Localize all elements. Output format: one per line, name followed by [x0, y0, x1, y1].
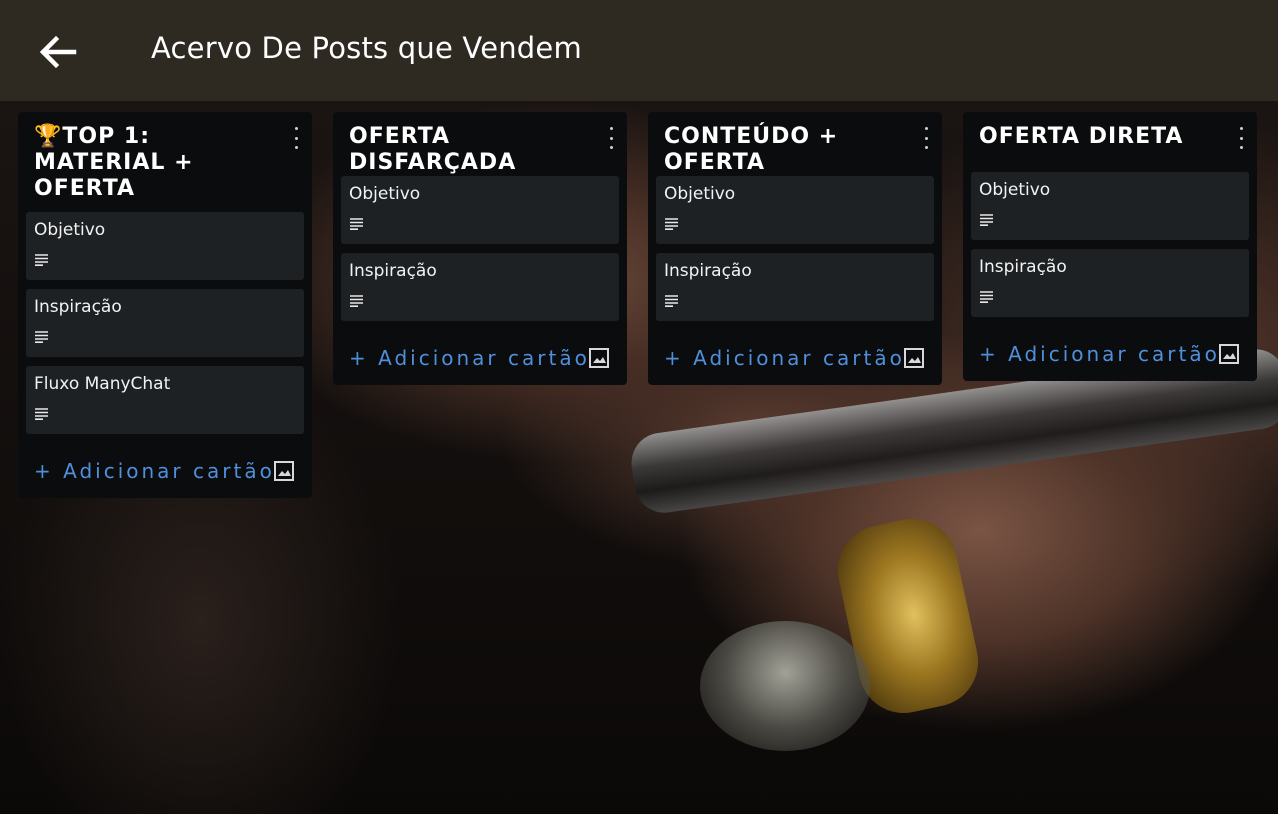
- arrow-left-icon: [39, 35, 77, 69]
- card-title: Fluxo ManyChat: [34, 374, 171, 394]
- list-conteudo-oferta: CONTEÚDO + OFERTA Objetivo Inspiração + …: [648, 112, 942, 385]
- more-vert-icon: [294, 127, 298, 130]
- add-image-card-icon[interactable]: [1218, 343, 1240, 365]
- card-title: Objetivo: [979, 180, 1051, 200]
- description-icon: [35, 254, 48, 266]
- list-oferta-disfarcada: OFERTA DISFARÇADA Objetivo Inspiração + …: [333, 112, 627, 385]
- card-title: Objetivo: [349, 184, 421, 204]
- card-list: Objetivo Inspiração: [333, 176, 627, 321]
- card-list: Objetivo Inspiração: [648, 176, 942, 321]
- card-title: Inspiração: [34, 297, 122, 317]
- list-menu-button[interactable]: [920, 124, 932, 152]
- list-oferta-direta: OFERTA DIRETA Objetivo Inspiração + Adic…: [963, 112, 1257, 381]
- add-card-button[interactable]: + Adicionar cartão: [349, 346, 590, 370]
- card-title: Objetivo: [34, 220, 106, 240]
- card-list: Objetivo Inspiração: [963, 172, 1257, 317]
- list-menu-button[interactable]: [1235, 124, 1247, 152]
- description-icon: [980, 214, 993, 226]
- add-image-card-icon[interactable]: [588, 347, 610, 369]
- more-vert-icon: [609, 127, 613, 130]
- description-icon: [980, 291, 993, 303]
- description-icon: [665, 218, 678, 230]
- list-title[interactable]: CONTEÚDO + OFERTA: [664, 124, 902, 176]
- list-menu-button[interactable]: [605, 124, 617, 152]
- card-title: Inspiração: [664, 261, 752, 281]
- more-vert-icon: [1239, 127, 1243, 130]
- add-card-button[interactable]: + Adicionar cartão: [34, 459, 275, 483]
- list-header: 🏆TOP 1: MATERIAL + OFERTA: [18, 112, 312, 202]
- more-vert-icon: [924, 127, 928, 130]
- list-title[interactable]: 🏆TOP 1: MATERIAL + OFERTA: [34, 124, 272, 202]
- card-list: Objetivo Inspiração Fluxo ManyChat: [18, 202, 312, 434]
- card[interactable]: Inspiração: [656, 253, 934, 321]
- description-icon: [35, 331, 48, 343]
- card[interactable]: Inspiração: [971, 249, 1249, 317]
- card[interactable]: Inspiração: [341, 253, 619, 321]
- description-icon: [350, 295, 363, 307]
- description-icon: [35, 408, 48, 420]
- list-header: OFERTA DISFARÇADA: [333, 112, 627, 176]
- card[interactable]: Fluxo ManyChat: [26, 366, 304, 434]
- card-title: Inspiração: [349, 261, 437, 281]
- card-title: Objetivo: [664, 184, 736, 204]
- add-card-button[interactable]: + Adicionar cartão: [664, 346, 905, 370]
- list-title[interactable]: OFERTA DIRETA: [979, 124, 1217, 150]
- list-menu-button[interactable]: [290, 124, 302, 152]
- list-footer: + Adicionar cartão: [648, 330, 942, 385]
- list-top1-material-oferta: 🏆TOP 1: MATERIAL + OFERTA Objetivo Inspi…: [18, 112, 312, 498]
- list-footer: + Adicionar cartão: [18, 443, 312, 498]
- board: 🏆TOP 1: MATERIAL + OFERTA Objetivo Inspi…: [0, 101, 1278, 814]
- card-title: Inspiração: [979, 257, 1067, 277]
- add-image-card-icon[interactable]: [273, 460, 295, 482]
- card[interactable]: Inspiração: [26, 289, 304, 357]
- card[interactable]: Objetivo: [971, 172, 1249, 240]
- list-header: OFERTA DIRETA: [963, 112, 1257, 172]
- description-icon: [665, 295, 678, 307]
- card[interactable]: Objetivo: [26, 212, 304, 280]
- add-image-card-icon[interactable]: [903, 347, 925, 369]
- app-bar: Acervo De Posts que Vendem: [0, 0, 1278, 101]
- add-card-button[interactable]: + Adicionar cartão: [979, 342, 1220, 366]
- card[interactable]: Objetivo: [341, 176, 619, 244]
- description-icon: [350, 218, 363, 230]
- list-footer: + Adicionar cartão: [333, 330, 627, 385]
- back-button[interactable]: [36, 30, 80, 74]
- list-header: CONTEÚDO + OFERTA: [648, 112, 942, 176]
- page-title: Acervo De Posts que Vendem: [151, 31, 582, 65]
- card[interactable]: Objetivo: [656, 176, 934, 244]
- list-title[interactable]: OFERTA DISFARÇADA: [349, 124, 587, 176]
- list-footer: + Adicionar cartão: [963, 326, 1257, 381]
